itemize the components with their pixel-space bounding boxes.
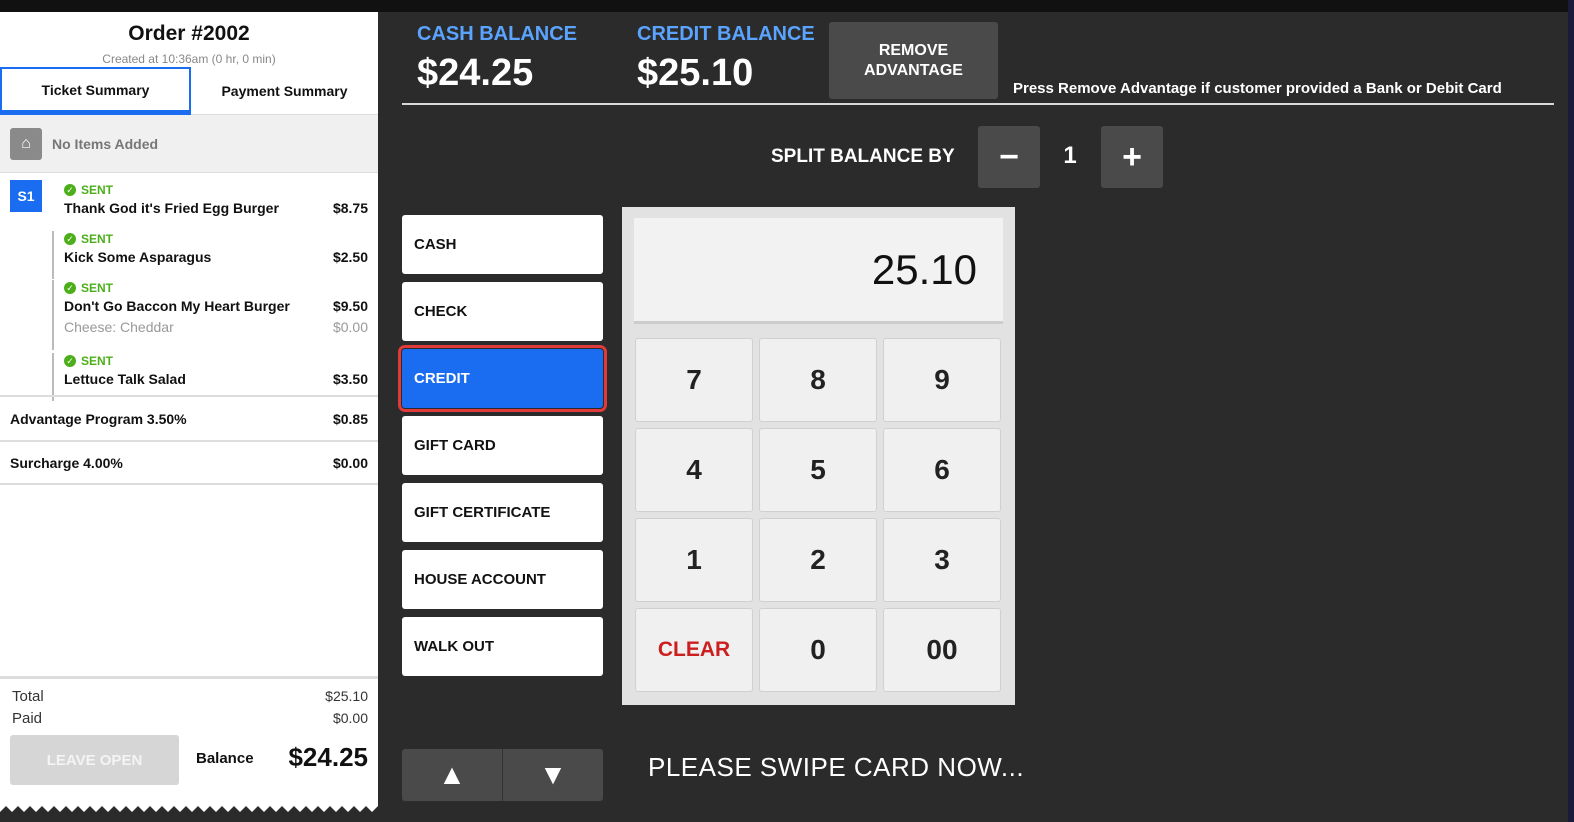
total-value: $25.10 (325, 688, 368, 704)
item-modifier: Cheese: Cheddar (64, 319, 174, 335)
key-5[interactable]: 5 (759, 428, 877, 512)
no-items-row: ⌂ No Items Added (0, 115, 378, 173)
item-status: ✓ SENT (64, 182, 368, 198)
payment-cash-button[interactable]: CASH (402, 215, 603, 274)
keypad: 25.10 7 8 9 4 5 6 1 2 3 CLEAR 0 00 (622, 207, 1015, 705)
payment-gift-card-button[interactable]: GIFT CARD (402, 416, 603, 475)
item-price: $3.50 (332, 371, 368, 387)
key-8[interactable]: 8 (759, 338, 877, 422)
order-created-time: Created at 10:36am (0 hr, 0 min) (102, 52, 276, 66)
credit-balance-label: CREDIT BALANCE (637, 23, 815, 45)
item-name: Kick Some Asparagus (64, 249, 212, 265)
key-00[interactable]: 00 (883, 608, 1001, 692)
clear-button[interactable]: CLEAR (635, 608, 753, 692)
tray-icon: ⌂ (10, 127, 42, 160)
remove-advantage-note: Press Remove Advantage if customer provi… (1013, 80, 1502, 97)
scroll-arrows: ▲ ▼ (402, 749, 603, 801)
key-9[interactable]: 9 (883, 338, 1001, 422)
check-icon: ✓ (64, 184, 76, 196)
balance-label: Balance (196, 750, 254, 767)
payment-check-button[interactable]: CHECK (402, 282, 603, 341)
fee-label: Advantage Program 3.50% (10, 410, 187, 427)
leave-open-button[interactable]: LEAVE OPEN (10, 735, 179, 785)
payment-gift-certificate-button[interactable]: GIFT CERTIFICATE (402, 483, 603, 542)
receipt-edge (0, 802, 378, 812)
key-6[interactable]: 6 (883, 428, 1001, 512)
check-icon: ✓ (64, 355, 76, 367)
key-0[interactable]: 0 (759, 608, 877, 692)
remove-advantage-button[interactable]: REMOVE ADVANTAGE (829, 22, 998, 99)
check-icon: ✓ (64, 233, 76, 245)
ticket-item[interactable]: ✓ SENT Don't Go Baccon My Heart Burger $9.… (52, 280, 368, 350)
ticket-item[interactable]: ✓ SENT Lettuce Talk Salad $3.50 (52, 353, 368, 401)
key-7[interactable]: 7 (635, 338, 753, 422)
split-count: 1 (1063, 142, 1077, 169)
tab-payment-summary[interactable]: Payment Summary (191, 67, 378, 115)
payment-house-account-button[interactable]: HOUSE ACCOUNT (402, 550, 603, 609)
seat-badge[interactable]: S1 (10, 180, 42, 212)
item-status: ✓ SENT (64, 231, 368, 247)
item-status: ✓ SENT (64, 353, 368, 369)
totals: Total $25.10 Paid $0.00 (0, 676, 378, 729)
paid-label: Paid (12, 709, 43, 727)
item-modifier-price: $0.00 (332, 319, 368, 335)
swipe-card-message: PLEASE SWIPE CARD NOW... (648, 752, 1025, 782)
key-3[interactable]: 3 (883, 518, 1001, 602)
ticket-tabs: Ticket Summary Payment Summary (0, 67, 378, 115)
fee-row-surcharge: Surcharge 4.00% $0.00 (0, 440, 378, 485)
no-items-label: No Items Added (52, 135, 159, 152)
split-balance-label: SPLIT BALANCE BY (771, 146, 955, 167)
top-bar (0, 0, 1574, 12)
right-edge (1568, 0, 1574, 822)
fee-row-advantage: Advantage Program 3.50% $0.85 (0, 395, 378, 440)
cash-balance-label: CASH BALANCE (417, 23, 577, 45)
scroll-down-button[interactable]: ▼ (503, 749, 603, 801)
arrow-down-icon: ▼ (539, 759, 567, 790)
check-icon: ✓ (64, 282, 76, 294)
fee-label: Surcharge 4.00% (10, 454, 123, 471)
key-4[interactable]: 4 (635, 428, 753, 512)
amount-display: 25.10 (634, 218, 1003, 324)
fee-value: $0.00 (332, 454, 368, 471)
ticket-item[interactable]: ✓ SENT Kick Some Asparagus $2.50 (52, 231, 368, 279)
header-divider (402, 103, 1554, 105)
credit-balance-value: $25.10 (637, 52, 754, 94)
ticket-item[interactable]: ✓ SENT Thank God it's Fried Egg Burger $8.… (52, 182, 368, 218)
ticket-panel: Order #2002 Created at 10:36am (0 hr, 0 … (0, 12, 378, 812)
cash-balance-value: $24.25 (417, 52, 534, 94)
item-status: ✓ SENT (64, 280, 368, 296)
payment-walk-out-button[interactable]: WALK OUT (402, 617, 603, 676)
balance-value: $24.25 (288, 742, 368, 772)
paid-value: $0.00 (332, 710, 368, 726)
tab-ticket-summary[interactable]: Ticket Summary (0, 67, 191, 115)
item-price: $8.75 (332, 200, 368, 216)
item-price: $2.50 (332, 249, 368, 265)
key-2[interactable]: 2 (759, 518, 877, 602)
fee-value: $0.85 (332, 410, 368, 427)
split-increment-button[interactable]: + (1101, 126, 1163, 188)
split-decrement-button[interactable]: − (978, 126, 1040, 188)
item-name: Thank God it's Fried Egg Burger (64, 200, 279, 216)
item-price: $9.50 (332, 298, 368, 314)
item-name: Don't Go Baccon My Heart Burger (64, 298, 290, 314)
payment-credit-button[interactable]: CREDIT (398, 345, 607, 412)
arrow-up-icon: ▲ (438, 759, 466, 790)
key-1[interactable]: 1 (635, 518, 753, 602)
total-label: Total (12, 687, 44, 705)
order-title: Order #2002 (128, 22, 250, 45)
item-name: Lettuce Talk Salad (64, 371, 186, 387)
scroll-up-button[interactable]: ▲ (402, 749, 503, 801)
